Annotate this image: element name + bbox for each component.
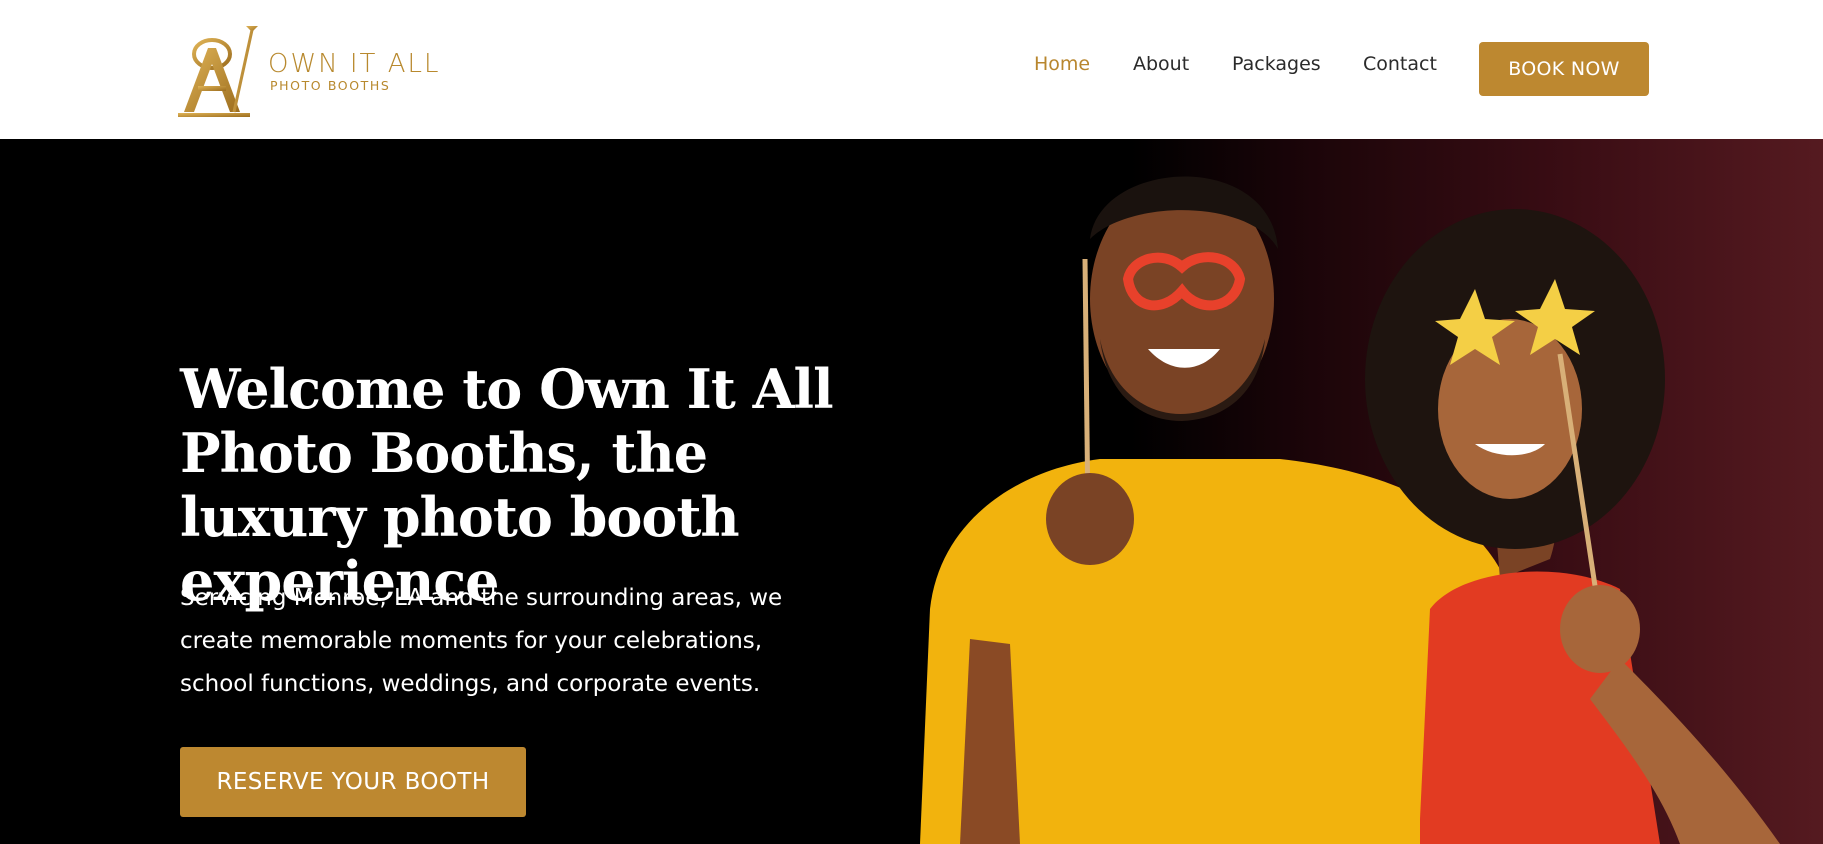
brand-logo[interactable]: OWN IT ALL PHOTO BOOTHS — [178, 20, 438, 120]
hero-section: Welcome to Own It All Photo Booths, the … — [0, 139, 1823, 844]
nav-item-contact[interactable]: Contact — [1363, 53, 1437, 75]
hero-description: Servicing Monroe, LA and the surrounding… — [180, 585, 783, 697]
nav-item-about[interactable]: About — [1133, 53, 1189, 75]
hero-title: Welcome to Own It All Photo Booths, the … — [180, 357, 834, 613]
brand-subtitle: PHOTO BOOTHS — [270, 78, 391, 93]
logo-monogram-icon — [178, 26, 258, 117]
reserve-booth-button[interactable]: RESERVE YOUR BOOTH — [180, 747, 526, 817]
brand-name: OWN IT ALL — [268, 49, 441, 79]
hero-image — [920, 176, 1780, 844]
nav-item-home[interactable]: Home — [1034, 53, 1090, 75]
nav-item-packages[interactable]: Packages — [1232, 53, 1321, 75]
site-header: OWN IT ALL PHOTO BOOTHS Home About Packa… — [0, 0, 1823, 139]
book-now-button[interactable]: BOOK NOW — [1479, 42, 1649, 96]
